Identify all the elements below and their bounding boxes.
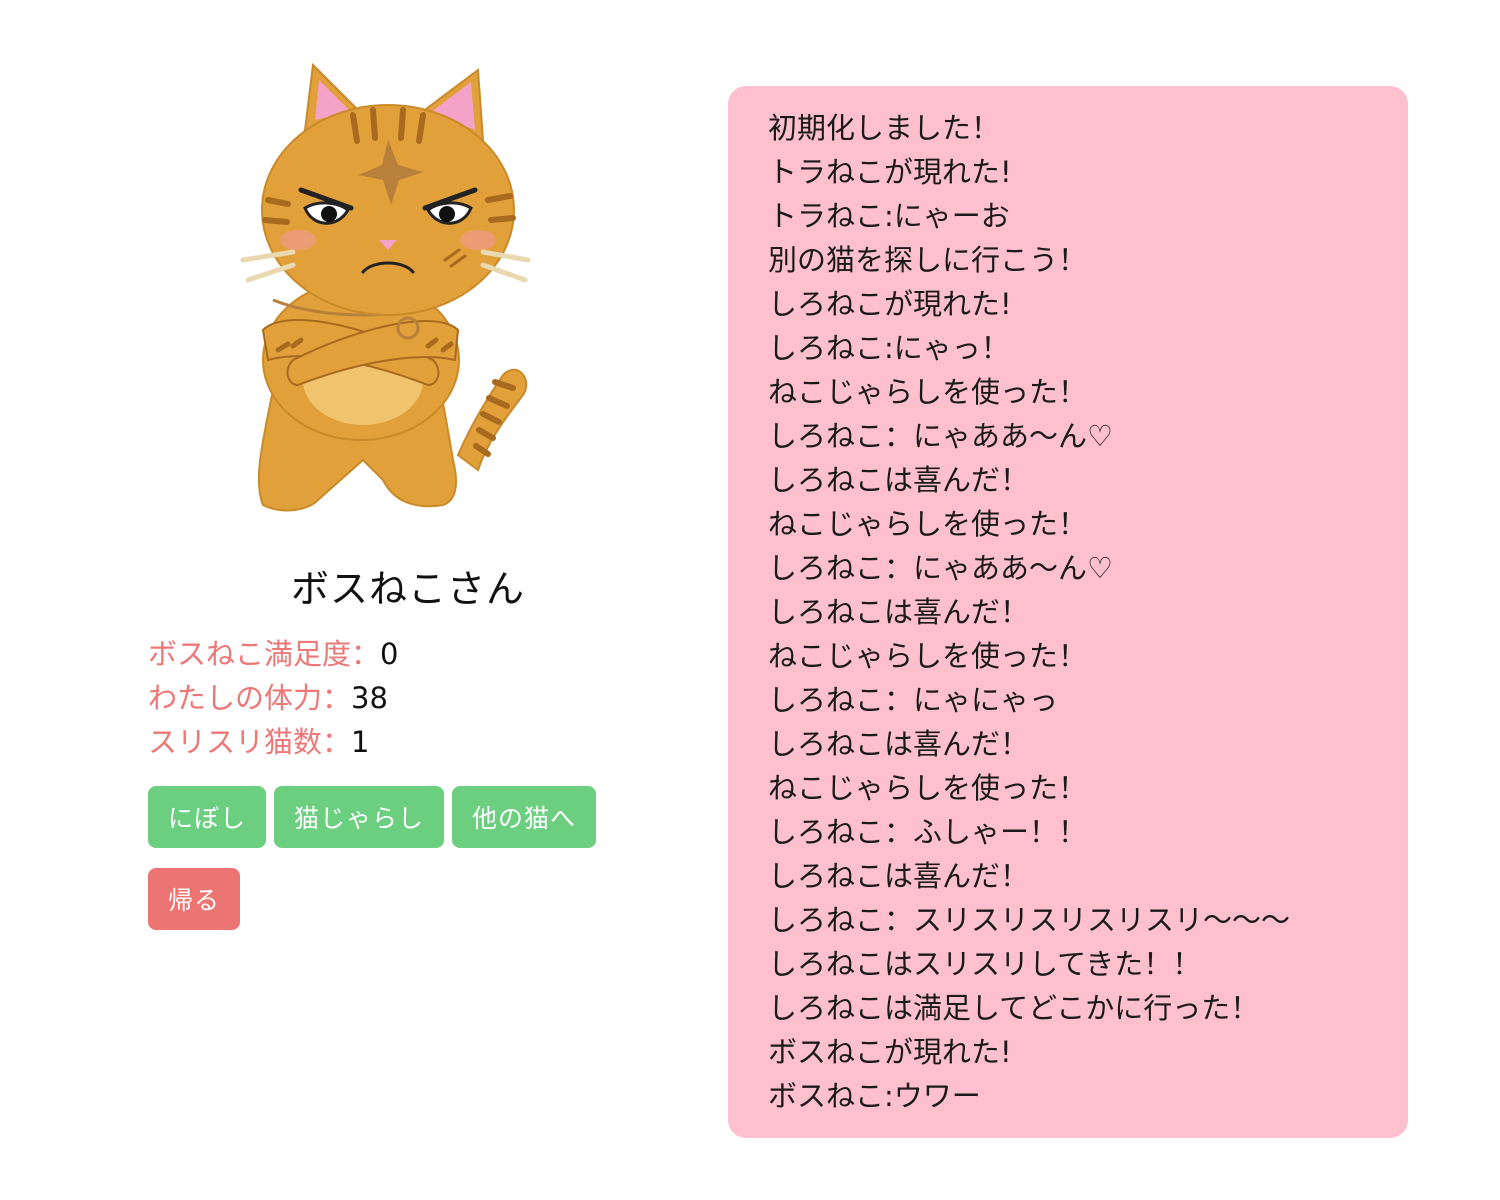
log-line: ボスねこが現れた! — [768, 1035, 1012, 1069]
stat-surisuri-cat-count: スリスリ猫数：1 — [148, 720, 398, 764]
log-line: しろねこは喜んだ！ — [768, 727, 1030, 761]
exit-buttons: 帰る — [148, 868, 241, 930]
stat-my-stamina: わたしの体力：38 — [148, 676, 398, 720]
niboshi-button[interactable]: にぼし — [148, 786, 267, 848]
stat-value: 0 — [380, 637, 399, 671]
log-line: ねこじゃらしを使った！ — [768, 771, 1088, 805]
stat-label: ボスねこ満足度： — [148, 637, 381, 671]
log-line: しろねこ：ふしゃー！！ — [768, 815, 1088, 849]
stat-value: 1 — [351, 725, 370, 759]
log-line: しろねこは満足してどこかに行った！ — [768, 991, 1260, 1025]
message-log: 初期化しました！ トラねこが現れた! トラねこ:にゃーお別の猫を探しに行こう！ しろね… — [728, 86, 1408, 1138]
log-line: 別の猫を探しに行こう！ — [768, 243, 1088, 277]
action-buttons: にぼし 猫じゃらし 他の猫へ — [148, 786, 597, 848]
stat-label: スリスリ猫数： — [148, 725, 352, 759]
log-line: しろねこが現れた! — [768, 287, 1012, 321]
log-line: ねこじゃらしを使った！ — [768, 507, 1088, 541]
log-line: ボスねこ:ウワー — [768, 1079, 981, 1113]
next-cat-button[interactable]: 他の猫へ — [452, 786, 597, 848]
log-line: トラねこ:にゃーお — [768, 199, 1010, 233]
stats-list: ボスねこ満足度：0 わたしの体力：38 スリスリ猫数：1 — [148, 632, 398, 764]
nekojarashi-button[interactable]: 猫じゃらし — [274, 786, 445, 848]
stat-boss-satisfaction: ボスねこ満足度：0 — [148, 632, 398, 676]
log-line: しろねこは喜んだ！ — [768, 463, 1030, 497]
go-home-button[interactable]: 帰る — [148, 868, 241, 930]
log-line: しろねこはスリスリしてきた！！ — [768, 947, 1202, 981]
log-line: しろねこ：にゃああ〜ん♡ — [768, 419, 1113, 453]
stat-value: 38 — [351, 681, 388, 715]
log-line: しろねこは喜んだ！ — [768, 595, 1030, 629]
log-line: しろねこ：スリスリスリスリスリ〜〜〜 — [768, 903, 1291, 937]
message-log-list: 初期化しました！ トラねこが現れた! トラねこ:にゃーお別の猫を探しに行こう！ しろね… — [768, 106, 1388, 1118]
boss-cat-illustration — [240, 62, 531, 512]
log-line: しろねこ：にゃああ〜ん♡ — [768, 551, 1113, 585]
log-line: 初期化しました！ — [768, 111, 1001, 145]
cat-name-title: ボスねこさん — [290, 567, 525, 611]
log-line: しろねこ：にゃにゃっ — [768, 683, 1059, 717]
log-line: しろねこは喜んだ！ — [768, 859, 1030, 893]
stat-label: わたしの体力： — [148, 681, 352, 715]
log-line: ねこじゃらしを使った！ — [768, 639, 1088, 673]
log-line: トラねこが現れた! — [768, 155, 1012, 189]
log-line: しろねこ:にゃっ！ — [768, 331, 1010, 365]
log-line: ねこじゃらしを使った！ — [768, 375, 1088, 409]
game-screen: ボスねこさん ボスねこ満足度：0 わたしの体力：38 スリスリ猫数：1 にぼし … — [0, 0, 1500, 1200]
